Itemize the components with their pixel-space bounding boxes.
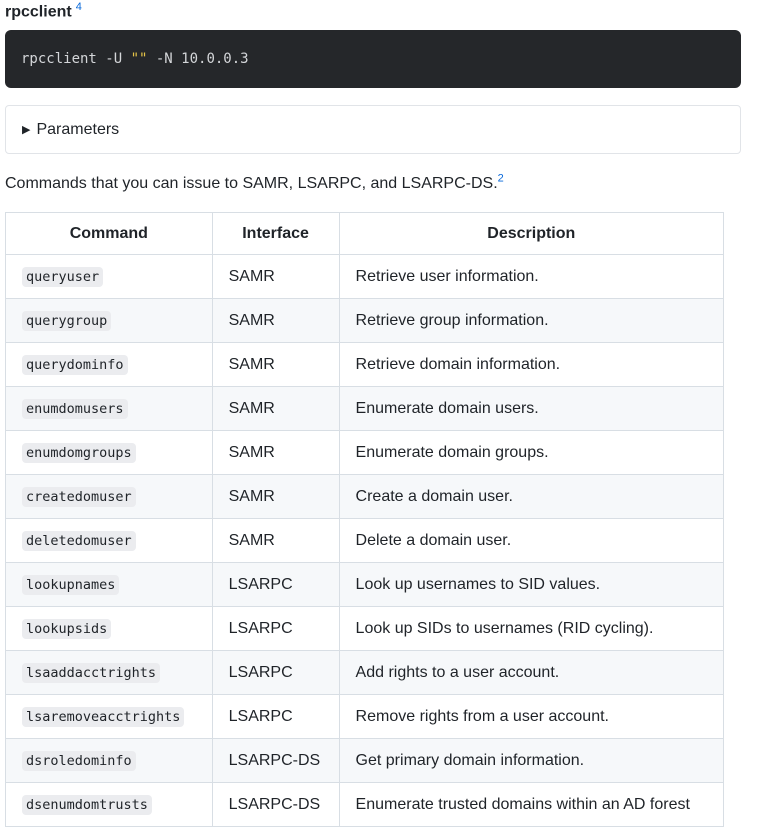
description-cell: Create a domain user. bbox=[338, 474, 725, 519]
table-row: dsenumdomtrusts LSARPC-DS Enumerate truste… bbox=[5, 782, 725, 827]
intro-text: Commands that you can issue to SAMR, LSA… bbox=[5, 175, 498, 192]
command-code: querygroup bbox=[22, 310, 112, 331]
disclosure-triangle-icon: ▶ bbox=[22, 124, 31, 136]
interface-cell: LSARPC bbox=[211, 650, 340, 695]
command-cell: dsroledominfo bbox=[5, 738, 213, 783]
description-cell: Remove rights from a user account. bbox=[338, 694, 725, 739]
table-row: querygroup SAMR Retrieve group information… bbox=[5, 298, 725, 343]
code-prefix: rpcclient -U bbox=[21, 51, 131, 67]
command-cell: lookupnames bbox=[5, 562, 213, 607]
command-code: dsroledominfo bbox=[22, 750, 136, 771]
command-code: deletedomuser bbox=[22, 530, 136, 551]
command-cell: lsaremoveacctrights bbox=[5, 694, 213, 739]
command-cell: lookupsids bbox=[5, 606, 213, 651]
description-cell: Look up usernames to SID values. bbox=[338, 562, 725, 607]
code-string: "" bbox=[130, 51, 148, 67]
table-row: enumdomgroups SAMR Enumerate domain groups… bbox=[5, 430, 725, 475]
interface-cell: SAMR bbox=[211, 518, 340, 563]
table-body: queryuser SAMR Retrieve user information. q… bbox=[5, 254, 725, 827]
intro-footnote-link[interactable]: 2 bbox=[498, 173, 504, 185]
table-row: lsaaddacctrights LSARPC Add rights to a us… bbox=[5, 650, 725, 695]
table-header-row: Command Interface Description bbox=[5, 212, 725, 255]
command-code: dsenumdomtrusts bbox=[22, 794, 152, 815]
description-cell: Retrieve user information. bbox=[338, 254, 725, 299]
description-cell: Retrieve group information. bbox=[338, 298, 725, 343]
code-block[interactable]: rpcclient -U "" -N 10.0.0.3 bbox=[5, 30, 741, 88]
description-cell: Enumerate domain users. bbox=[338, 386, 725, 431]
command-code: enumdomusers bbox=[22, 398, 128, 419]
interface-cell: LSARPC bbox=[211, 606, 340, 651]
header-description: Description bbox=[338, 212, 725, 255]
interface-cell: LSARPC bbox=[211, 694, 340, 739]
table-row: deletedomuser SAMR Delete a domain user. bbox=[5, 518, 725, 563]
description-cell: Enumerate trusted domains within an AD f… bbox=[338, 782, 725, 827]
command-code: queryuser bbox=[22, 266, 104, 287]
heading-footnote-link[interactable]: 4 bbox=[76, 1, 82, 13]
command-cell: lsaaddacctrights bbox=[5, 650, 213, 695]
interface-cell: SAMR bbox=[211, 342, 340, 387]
header-interface: Interface bbox=[211, 212, 340, 255]
command-cell: dsenumdomtrusts bbox=[5, 782, 213, 827]
description-cell: Get primary domain information. bbox=[338, 738, 725, 783]
description-cell: Retrieve domain information. bbox=[338, 342, 725, 387]
interface-cell: SAMR bbox=[211, 474, 340, 519]
interface-cell: SAMR bbox=[211, 254, 340, 299]
description-cell: Add rights to a user account. bbox=[338, 650, 725, 695]
command-cell: enumdomusers bbox=[5, 386, 213, 431]
command-code: createdomuser bbox=[22, 486, 136, 507]
parameters-summary: Parameters bbox=[36, 121, 120, 138]
table-row: enumdomusers SAMR Enumerate domain users. bbox=[5, 386, 725, 431]
command-code: lsaaddacctrights bbox=[22, 662, 161, 683]
table-row: querydominfo SAMR Retrieve domain informat… bbox=[5, 342, 725, 387]
command-cell: queryuser bbox=[5, 254, 213, 299]
command-cell: querydominfo bbox=[5, 342, 213, 387]
table-row: queryuser SAMR Retrieve user information. bbox=[5, 254, 725, 299]
intro-paragraph: Commands that you can issue to SAMR, LSA… bbox=[5, 172, 504, 196]
command-cell: createdomuser bbox=[5, 474, 213, 519]
command-cell: querygroup bbox=[5, 298, 213, 343]
heading-title: rpcclient bbox=[5, 3, 72, 21]
code-suffix: -N 10.0.0.3 bbox=[147, 51, 249, 67]
command-code: querydominfo bbox=[22, 354, 128, 375]
command-code: lsaremoveacctrights bbox=[22, 706, 185, 727]
parameters-details-toggle[interactable]: ▶ Parameters bbox=[5, 105, 741, 154]
table-row: lookupsids LSARPC Look up SIDs to username… bbox=[5, 606, 725, 651]
command-cell: deletedomuser bbox=[5, 518, 213, 563]
table-row: createdomuser SAMR Create a domain user. bbox=[5, 474, 725, 519]
interface-cell: SAMR bbox=[211, 386, 340, 431]
interface-cell: SAMR bbox=[211, 430, 340, 475]
commands-table: Command Interface Description queryuser S… bbox=[5, 212, 725, 827]
command-code: lookupsids bbox=[22, 618, 112, 639]
interface-cell: LSARPC-DS bbox=[211, 738, 340, 783]
description-cell: Look up SIDs to usernames (RID cycling). bbox=[338, 606, 725, 651]
command-cell: enumdomgroups bbox=[5, 430, 213, 475]
header-command: Command bbox=[5, 212, 213, 255]
table-row: lookupnames LSARPC Look up usernames to SI… bbox=[5, 562, 725, 607]
description-cell: Enumerate domain groups. bbox=[338, 430, 725, 475]
command-code: enumdomgroups bbox=[22, 442, 136, 463]
section-heading: rpcclient 4 bbox=[5, 0, 82, 23]
table-row: dsroledominfo LSARPC-DS Get primary domain… bbox=[5, 738, 725, 783]
command-code: lookupnames bbox=[22, 574, 120, 595]
interface-cell: LSARPC-DS bbox=[211, 782, 340, 827]
table-row: lsaremoveacctrights LSARPC Remove rights f… bbox=[5, 694, 725, 739]
description-cell: Delete a domain user. bbox=[338, 518, 725, 563]
interface-cell: LSARPC bbox=[211, 562, 340, 607]
interface-cell: SAMR bbox=[211, 298, 340, 343]
